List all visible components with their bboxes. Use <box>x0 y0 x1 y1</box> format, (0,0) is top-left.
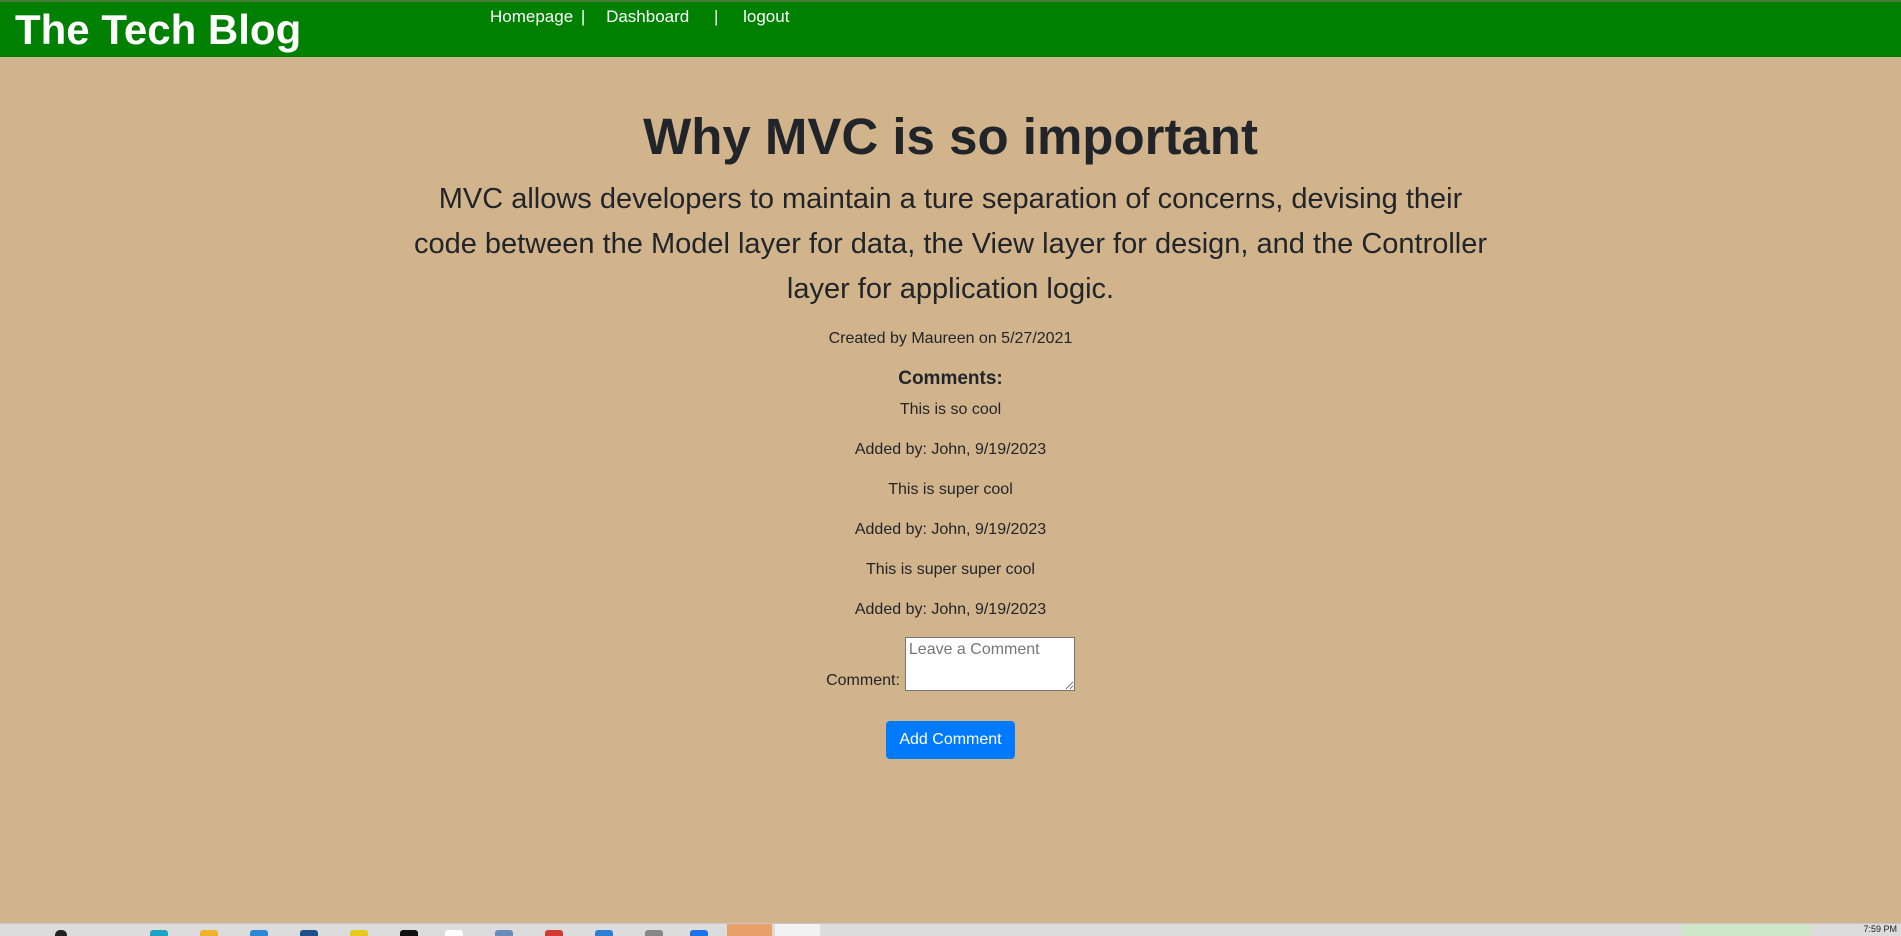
comment-meta: Added by: John, 9/19/2023 <box>854 441 1047 458</box>
app-icon[interactable] <box>727 924 772 936</box>
app-icon[interactable] <box>495 930 513 936</box>
taskbar: 7:59 PM <box>0 923 1901 936</box>
nav-logout-link[interactable]: logout <box>743 7 789 26</box>
comment-text: This is so cool <box>899 401 1002 418</box>
post-title: Why MVC is so important <box>643 108 1258 165</box>
site-brand[interactable]: The Tech Blog <box>15 5 301 55</box>
search-icon[interactable] <box>55 930 67 936</box>
comment-label: Comment: <box>826 672 900 689</box>
post-meta: Created by Maureen on 5/27/2021 <box>828 330 1073 347</box>
nav-homepage-link[interactable]: Homepage <box>490 7 573 26</box>
app-icon[interactable] <box>445 930 463 936</box>
nav-links: Homepage | Dashboard | logout <box>490 6 789 28</box>
comment-form: Comment: <box>0 637 1901 691</box>
comment-item: This is super cool Added by: John, 9/19/… <box>0 479 1901 541</box>
edge-icon[interactable] <box>150 930 168 936</box>
comment-text: This is super cool <box>888 481 1013 498</box>
taskbar-clock[interactable]: 7:59 PM <box>1863 924 1897 934</box>
app-icon[interactable] <box>350 930 368 936</box>
comment-item: This is super super cool Added by: John,… <box>0 559 1901 621</box>
chrome-icon[interactable] <box>690 930 708 936</box>
nav-dashboard-link[interactable]: Dashboard <box>606 7 689 26</box>
nav-separator: | <box>580 7 586 26</box>
comment-meta: Added by: John, 9/19/2023 <box>854 521 1047 538</box>
file-explorer-icon[interactable] <box>200 930 218 936</box>
store-icon[interactable] <box>250 930 268 936</box>
app-icon[interactable] <box>775 924 820 936</box>
comment-item: This is so cool Added by: John, 9/19/202… <box>0 399 1901 461</box>
app-icon[interactable] <box>645 930 663 936</box>
post-content: Why MVC is so important MVC allows devel… <box>0 57 1901 759</box>
navbar: The Tech Blog Homepage | Dashboard | log… <box>0 0 1901 57</box>
add-comment-button[interactable]: Add Comment <box>886 721 1015 759</box>
nav-separator: | <box>713 7 719 26</box>
comments-heading: Comments: <box>898 368 1003 389</box>
post-body: MVC allows developers to maintain a ture… <box>413 183 1488 305</box>
app-icon[interactable] <box>595 930 613 936</box>
comment-text: This is super super cool <box>866 561 1035 578</box>
taskbar-highlight <box>1681 924 1811 936</box>
comment-textarea[interactable] <box>904 637 1075 691</box>
app-icon[interactable] <box>300 930 318 936</box>
comment-meta: Added by: John, 9/19/2023 <box>854 601 1047 618</box>
app-icon[interactable] <box>545 930 563 936</box>
app-icon[interactable] <box>400 930 418 936</box>
